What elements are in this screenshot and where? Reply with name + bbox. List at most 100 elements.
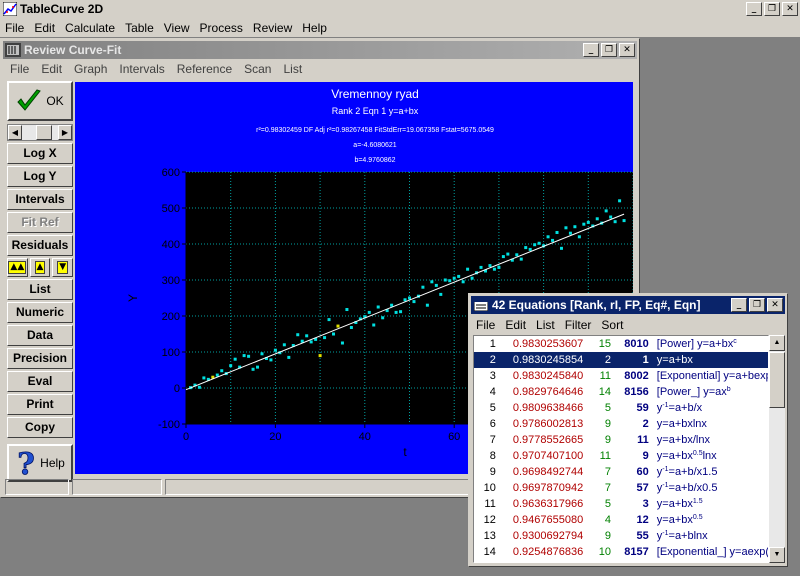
equation-row[interactable]: 5 0.9809638466 5 59 y-1=a+b/x	[474, 400, 768, 416]
data-point	[546, 235, 550, 239]
review-maximize-button[interactable]: ❐	[601, 43, 617, 57]
eq-number-cell: 8157	[624, 546, 649, 558]
equation-cell: y=a+bx1.5	[649, 498, 768, 510]
review-menu-reference[interactable]: Reference	[170, 62, 237, 76]
review-menu-file[interactable]: File	[3, 62, 34, 76]
data-point	[479, 265, 483, 269]
scroll-thumb[interactable]	[36, 125, 52, 140]
equation-row[interactable]: 1 0.9830253607 15 8010 [Power] y=a+bxc	[474, 336, 768, 352]
copy-button[interactable]: Copy	[7, 417, 73, 438]
equations-scroll-thumb[interactable]	[769, 352, 785, 408]
list-button[interactable]: List	[7, 279, 73, 300]
eq-number-cell: 57	[636, 482, 649, 494]
equation-row[interactable]: 7 0.9778552665 9 11 y=a+bx/lnx	[474, 432, 768, 448]
equation-cell: [Power_] y=axb	[649, 386, 768, 398]
menu-review[interactable]: Review	[248, 21, 297, 35]
log-y-button[interactable]: Log Y	[7, 166, 73, 187]
equation-row[interactable]: 3 0.9830245840 11 8002 [Exponential] y=a+bex…	[474, 368, 768, 384]
equation-text: [Power_] y=ax	[656, 386, 727, 398]
print-button[interactable]: Print	[7, 394, 73, 415]
equation-row[interactable]: 14 0.9254876836 10 8157 [Exponential_] y=aex…	[474, 544, 768, 560]
equation-row[interactable]: 6 0.9786002813 9 2 y=a+bxlnx	[474, 416, 768, 432]
menu-process[interactable]: Process	[195, 21, 248, 35]
r2-cell: 0.9467655080	[512, 514, 584, 526]
r2-cell: 0.9809638466	[512, 402, 584, 414]
equation-row[interactable]: 12 0.9467655080 4 12 y=a+bx0.5	[474, 512, 768, 528]
equation-row[interactable]: 2 0.9830245854 2 1 y=a+bx	[474, 352, 768, 368]
review-menu-edit[interactable]: Edit	[34, 62, 67, 76]
equation-text-rest: =a+b/x1.5	[668, 466, 718, 478]
ok-button[interactable]: OK	[7, 81, 73, 121]
restore-button[interactable]: ❐	[764, 2, 780, 16]
eq-menu-sort[interactable]: Sort	[596, 318, 628, 332]
equation-cell: y=a+bx/lnx	[649, 434, 768, 446]
menu-file[interactable]: File	[0, 21, 29, 35]
up-button[interactable]: ▲	[29, 258, 51, 277]
r2-cell: 0.9830245854	[512, 354, 584, 366]
equations-scrollbar[interactable]: ▲ ▼	[769, 335, 785, 563]
equation-text: y=a+bx	[656, 354, 693, 366]
equations-close-button[interactable]: ✕	[767, 298, 783, 312]
equations-titlebar[interactable]: 42 Equations [Rank, rI, FP, Eq#, Eqn] _ …	[471, 296, 785, 314]
review-menu-graph[interactable]: Graph	[67, 62, 112, 76]
review-titlebar[interactable]: Review Curve-Fit _ ❐ ✕	[3, 41, 637, 59]
equations-maximize-button[interactable]: ❐	[749, 298, 765, 312]
scroll-right-arrow-icon[interactable]: ▶	[58, 125, 72, 140]
chart-param-b: b=4.9760862	[354, 157, 395, 164]
data-point	[497, 265, 501, 269]
equation-row[interactable]: 11 0.9636317966 5 3 y=a+bx1.5	[474, 496, 768, 512]
down-button[interactable]: ▼	[52, 258, 74, 277]
equations-minimize-button[interactable]: _	[731, 298, 747, 312]
precision-button[interactable]: Precision	[7, 348, 73, 369]
scroll-up-arrow-icon[interactable]: ▲	[769, 335, 785, 351]
equation-cell: y=a+bx0.5	[649, 514, 768, 526]
equation-row[interactable]: 4 0.9829764646 14 8156 [Power_] y=axb	[474, 384, 768, 400]
rank-cell: 11	[484, 498, 496, 510]
data-point	[461, 280, 465, 284]
help-button[interactable]: ? Help	[7, 444, 73, 482]
log-x-button[interactable]: Log X	[7, 143, 73, 164]
close-button[interactable]: ✕	[782, 2, 798, 16]
rank-step-buttons: ▲▲ ▲ ▼	[7, 258, 74, 277]
app-titlebar: TableCurve 2D _ ❐ ✕	[0, 0, 800, 18]
menu-calculate[interactable]: Calculate	[60, 21, 120, 35]
intervals-button[interactable]: Intervals	[7, 189, 73, 210]
eq-menu-filter[interactable]: Filter	[560, 318, 597, 332]
review-menu-scan[interactable]: Scan	[237, 62, 276, 76]
review-menu-intervals[interactable]: Intervals	[112, 62, 169, 76]
review-close-button[interactable]: ✕	[619, 43, 635, 57]
eq-menu-file[interactable]: File	[471, 318, 500, 332]
question-mark-icon: ?	[17, 448, 35, 478]
fast-up-button[interactable]: ▲▲	[7, 258, 28, 277]
r2-cell: 0.9300692794	[512, 530, 584, 542]
menu-view[interactable]: View	[159, 21, 195, 35]
menu-table[interactable]: Table	[120, 21, 159, 35]
equation-row[interactable]: 8 0.9707407100 11 9 y=a+bx0.5lnx	[474, 448, 768, 464]
data-button[interactable]: Data	[7, 325, 73, 346]
data-point	[443, 278, 447, 282]
minimize-button[interactable]: _	[746, 2, 762, 16]
residuals-button[interactable]: Residuals	[7, 235, 73, 256]
review-menu-list[interactable]: List	[276, 62, 307, 76]
scroll-left-arrow-icon[interactable]: ◀	[8, 125, 22, 140]
data-point	[202, 376, 206, 380]
equation-row[interactable]: 13 0.9300692794 9 55 y-1=a+blnx	[474, 528, 768, 544]
numeric-button[interactable]: Numeric	[7, 302, 73, 323]
data-point	[273, 348, 277, 352]
eq-menu-edit[interactable]: Edit	[500, 318, 531, 332]
equation-text-rest: =a+blnx	[668, 530, 708, 542]
help-label: Help	[40, 456, 65, 470]
data-point	[573, 225, 577, 229]
equations-list[interactable]: 1 0.9830253607 15 8010 [Power] y=a+bxc 2 0.983…	[473, 335, 769, 563]
data-point	[399, 310, 403, 314]
scroll-down-arrow-icon[interactable]: ▼	[769, 547, 785, 563]
equation-row[interactable]: 10 0.9697870942 7 57 y-1=a+b/x0.5	[474, 480, 768, 496]
eq-menu-list[interactable]: List	[531, 318, 560, 332]
equation-row[interactable]: 9 0.9698492744 7 60 y-1=a+b/x1.5	[474, 464, 768, 480]
menu-edit[interactable]: Edit	[29, 21, 60, 35]
review-minimize-button[interactable]: _	[583, 43, 599, 57]
eval-button[interactable]: Eval	[7, 371, 73, 392]
rank-scrollbar[interactable]: ◀ ▶	[7, 124, 73, 141]
data-point	[470, 276, 474, 280]
menu-help[interactable]: Help	[297, 21, 332, 35]
